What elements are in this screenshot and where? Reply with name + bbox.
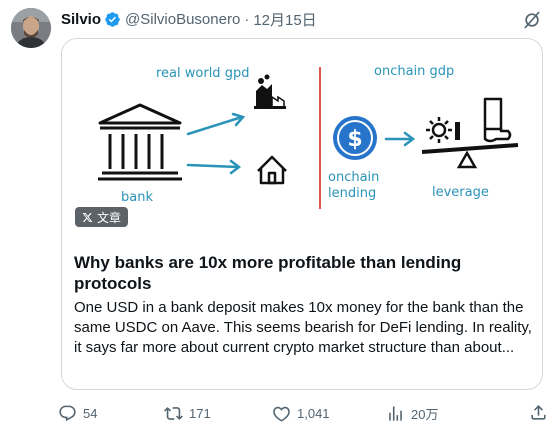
repost-count: 171 xyxy=(189,405,211,421)
article-badge-label: 文章 xyxy=(97,210,122,225)
action-bar: 54 171 1,041 20万 xyxy=(58,402,548,424)
reply-icon xyxy=(59,405,76,421)
usdc-icon: $ xyxy=(333,116,377,160)
bank-icon xyxy=(98,103,182,181)
article-badge: 文章 xyxy=(75,207,129,227)
label-bank: bank xyxy=(121,190,153,205)
like-count: 1,041 xyxy=(297,405,330,421)
repost-icon xyxy=(164,406,183,420)
hand-icon xyxy=(483,97,512,143)
share-icon xyxy=(531,405,546,420)
svg-text:$: $ xyxy=(347,127,362,152)
post-date[interactable]: 12月15日 xyxy=(253,9,316,30)
grok-icon[interactable] xyxy=(522,10,542,30)
label-onchain: onchain xyxy=(328,170,379,185)
views-count: 20万 xyxy=(411,406,439,422)
views-button[interactable]: 20万 xyxy=(386,402,438,424)
x-logo-icon xyxy=(82,212,93,222)
article-card[interactable]: real world gpd onchain gdp bank onchain … xyxy=(61,38,543,390)
article-cover-image: real world gpd onchain gdp bank onchain … xyxy=(62,39,542,235)
like-button[interactable]: 1,041 xyxy=(272,402,330,424)
reply-count: 54 xyxy=(83,405,98,421)
leverage-icon xyxy=(421,97,519,169)
repost-button[interactable]: 171 xyxy=(164,402,211,424)
article-description: One USD in a bank deposit makes 10x mone… xyxy=(74,299,532,356)
post-header: Silvio @SilvioBusonero · 12月15日 xyxy=(61,9,317,29)
factory-icon xyxy=(254,74,286,109)
share-button[interactable] xyxy=(529,403,548,427)
label-lending: lending xyxy=(328,186,376,201)
author-name[interactable]: Silvio xyxy=(61,11,101,28)
article-title[interactable]: Why banks are 10x more profitable than l… xyxy=(74,252,534,294)
author-handle[interactable]: @SilvioBusonero xyxy=(125,11,240,28)
arrow-bank-to-house xyxy=(186,159,242,175)
reply-button[interactable]: 54 xyxy=(58,402,97,424)
avatar-photo xyxy=(11,8,51,48)
arrow-to-leverage xyxy=(384,131,416,147)
label-real-world-gdp: real world gpd xyxy=(156,66,249,81)
avatar[interactable] xyxy=(11,8,51,48)
views-icon xyxy=(389,405,402,421)
arrow-bank-to-factory xyxy=(186,112,246,136)
like-icon xyxy=(273,406,290,422)
separator-dot: · xyxy=(244,10,250,28)
label-leverage: leverage xyxy=(432,185,489,200)
verified-badge-icon xyxy=(104,11,121,28)
gear-icon xyxy=(426,117,452,143)
house-icon xyxy=(257,155,287,185)
label-onchain-gdp: onchain gdp xyxy=(374,64,454,79)
